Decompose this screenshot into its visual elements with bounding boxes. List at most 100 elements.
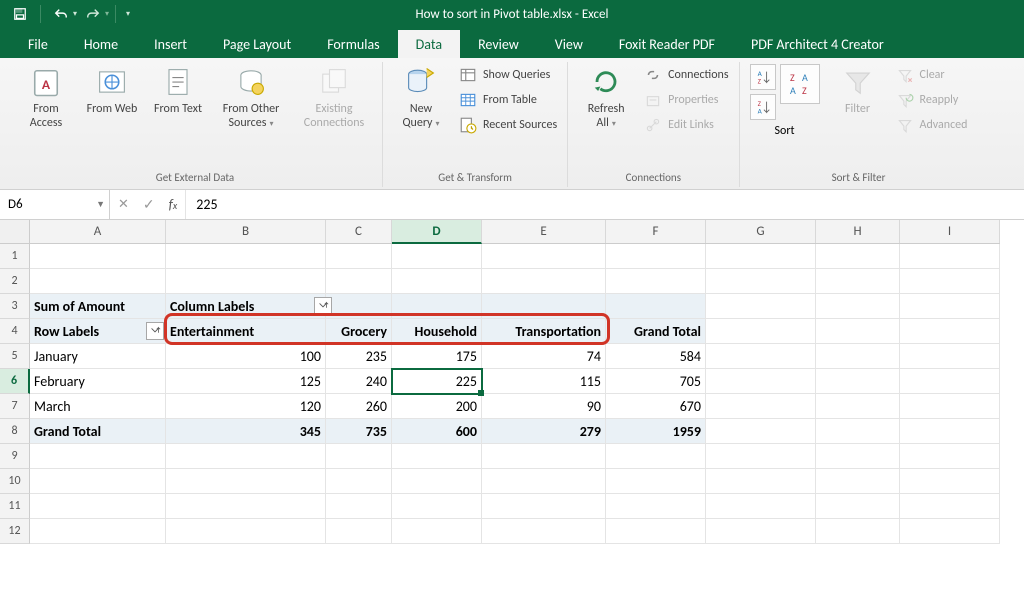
- row-header-11[interactable]: 11: [0, 494, 30, 519]
- row-headers[interactable]: 123456789101112: [0, 244, 30, 544]
- cell[interactable]: [606, 494, 706, 519]
- row-header-12[interactable]: 12: [0, 519, 30, 544]
- save-button[interactable]: [6, 3, 34, 25]
- cell[interactable]: [816, 294, 900, 319]
- cell[interactable]: [706, 469, 816, 494]
- cell[interactable]: [706, 519, 816, 544]
- cells-area[interactable]: Sum of AmountColumn LabelsRow LabelsEnte…: [30, 244, 1000, 544]
- cell[interactable]: [900, 344, 1000, 369]
- cell[interactable]: Sum of Amount: [30, 294, 166, 319]
- cell[interactable]: [166, 469, 326, 494]
- cell[interactable]: [392, 444, 482, 469]
- cell[interactable]: [706, 244, 816, 269]
- cell[interactable]: 175: [392, 344, 482, 369]
- col-header-C[interactable]: C: [326, 220, 392, 243]
- cell[interactable]: [816, 269, 900, 294]
- cell[interactable]: 735: [326, 419, 392, 444]
- cell[interactable]: [326, 519, 392, 544]
- sort-button[interactable]: Sort: [750, 124, 820, 138]
- tab-foxit[interactable]: Foxit Reader PDF: [601, 30, 733, 58]
- row-header-8[interactable]: 8: [0, 419, 30, 444]
- name-box[interactable]: D6 ▼: [0, 190, 110, 220]
- tab-insert[interactable]: Insert: [136, 30, 205, 58]
- cell[interactable]: [326, 444, 392, 469]
- name-box-dropdown-icon[interactable]: ▼: [96, 199, 105, 210]
- cell[interactable]: [606, 269, 706, 294]
- cell[interactable]: [706, 369, 816, 394]
- cell[interactable]: February: [30, 369, 166, 394]
- cell[interactable]: [606, 444, 706, 469]
- row-header-2[interactable]: 2: [0, 269, 30, 294]
- cell[interactable]: [816, 344, 900, 369]
- advanced-filter-button[interactable]: Advanced: [896, 114, 968, 136]
- cell[interactable]: [706, 394, 816, 419]
- cell[interactable]: [30, 519, 166, 544]
- cell[interactable]: January: [30, 344, 166, 369]
- connections-button[interactable]: Connections: [644, 64, 728, 86]
- cell[interactable]: Grocery: [326, 319, 392, 344]
- col-header-G[interactable]: G: [706, 220, 816, 243]
- cell[interactable]: [166, 444, 326, 469]
- cell[interactable]: [166, 519, 326, 544]
- cell[interactable]: Entertainment: [166, 319, 326, 344]
- cell[interactable]: 705: [606, 369, 706, 394]
- cell[interactable]: [326, 469, 392, 494]
- row-header-10[interactable]: 10: [0, 469, 30, 494]
- undo-dropdown[interactable]: ▾: [73, 9, 77, 19]
- cell[interactable]: [706, 319, 816, 344]
- row-header-5[interactable]: 5: [0, 344, 30, 369]
- cell[interactable]: [900, 269, 1000, 294]
- refresh-all-button[interactable]: Refresh All: [578, 64, 634, 130]
- select-all-button[interactable]: [0, 220, 30, 244]
- from-text-button[interactable]: From Text: [150, 64, 206, 116]
- row-header-3[interactable]: 3: [0, 294, 30, 319]
- cell[interactable]: 120: [166, 394, 326, 419]
- cell[interactable]: [816, 369, 900, 394]
- cell[interactable]: [482, 494, 606, 519]
- row-header-4[interactable]: 4: [0, 319, 30, 344]
- reapply-button[interactable]: Reapply: [896, 89, 968, 111]
- cell[interactable]: 90: [482, 394, 606, 419]
- cell[interactable]: 584: [606, 344, 706, 369]
- cell[interactable]: [900, 369, 1000, 394]
- cell[interactable]: 345: [166, 419, 326, 444]
- cell[interactable]: [816, 469, 900, 494]
- cell[interactable]: [900, 494, 1000, 519]
- cell[interactable]: 235: [326, 344, 392, 369]
- fill-handle[interactable]: [478, 390, 484, 396]
- cell[interactable]: [900, 319, 1000, 344]
- cell[interactable]: [326, 269, 392, 294]
- cell[interactable]: [816, 519, 900, 544]
- cell[interactable]: [30, 244, 166, 269]
- cell[interactable]: [706, 344, 816, 369]
- tab-file[interactable]: File: [10, 30, 66, 58]
- clear-filter-button[interactable]: Clear: [896, 64, 968, 86]
- cell[interactable]: [482, 469, 606, 494]
- cell[interactable]: [706, 444, 816, 469]
- cell[interactable]: 260: [326, 394, 392, 419]
- qat-customize[interactable]: ▾: [126, 9, 130, 19]
- row-header-9[interactable]: 9: [0, 444, 30, 469]
- cell[interactable]: [326, 294, 392, 319]
- redo-button[interactable]: [79, 3, 107, 25]
- cell[interactable]: 279: [482, 419, 606, 444]
- edit-links-button[interactable]: Edit Links: [644, 114, 728, 136]
- cell[interactable]: [30, 269, 166, 294]
- cell[interactable]: [392, 519, 482, 544]
- cell[interactable]: [166, 244, 326, 269]
- tab-review[interactable]: Review: [460, 30, 537, 58]
- cell[interactable]: [900, 444, 1000, 469]
- insert-function-icon[interactable]: fx: [169, 196, 178, 213]
- recent-sources-button[interactable]: Recent Sources: [459, 114, 557, 136]
- cell[interactable]: 74: [482, 344, 606, 369]
- cell[interactable]: [816, 444, 900, 469]
- cell[interactable]: [392, 244, 482, 269]
- from-access-button[interactable]: A From Access: [18, 64, 74, 130]
- cell[interactable]: [816, 394, 900, 419]
- tab-formulas[interactable]: Formulas: [309, 30, 397, 58]
- from-web-button[interactable]: From Web: [84, 64, 140, 116]
- cell[interactable]: 125: [166, 369, 326, 394]
- col-header-B[interactable]: B: [166, 220, 326, 243]
- col-header-E[interactable]: E: [482, 220, 606, 243]
- tab-data[interactable]: Data: [398, 30, 460, 58]
